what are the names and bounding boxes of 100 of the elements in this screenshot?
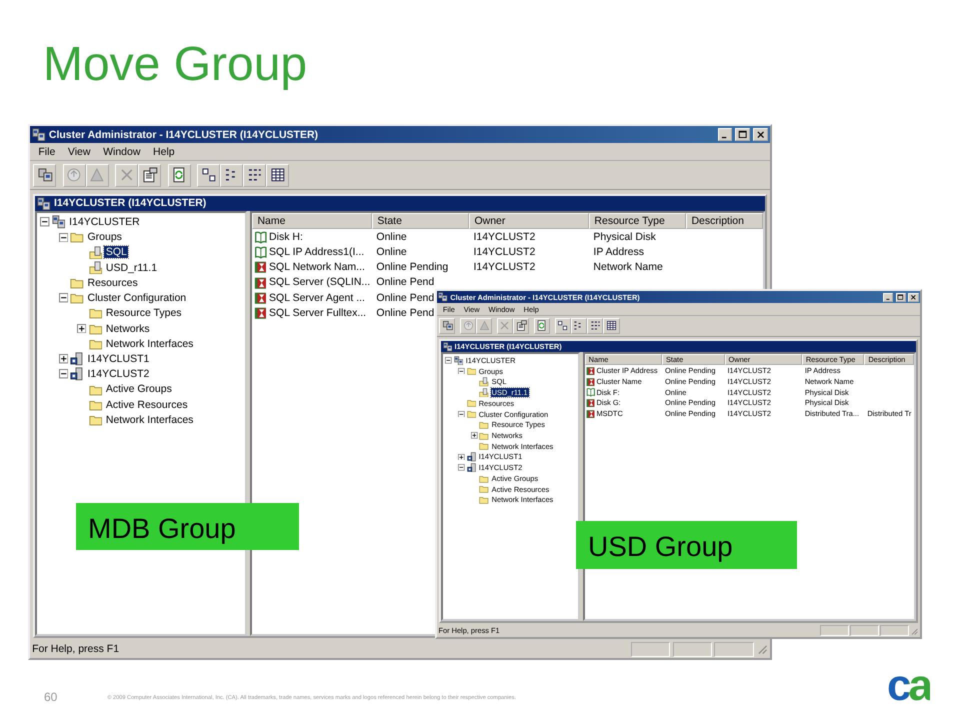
table-cell: I14YCLUST2 xyxy=(473,261,536,274)
folder-icon xyxy=(88,413,102,427)
hourglass-icon xyxy=(586,366,596,376)
expander-icon[interactable] xyxy=(58,354,68,364)
cluster-icon[interactable] xyxy=(33,164,56,187)
tree-item[interactable]: I14YCLUST2 xyxy=(86,368,151,380)
server-icon xyxy=(70,352,84,366)
tree-item[interactable]: Network Interfaces xyxy=(104,414,195,426)
caption-label: USD Group xyxy=(576,521,797,569)
expander-icon[interactable] xyxy=(445,357,452,364)
table-cell: Network Name xyxy=(593,261,663,274)
list-view-icon[interactable] xyxy=(587,318,604,334)
table-cell: Disk H: xyxy=(269,230,303,243)
status-pane xyxy=(630,642,670,657)
cluster-icon[interactable] xyxy=(439,318,456,334)
table-cell: I14YCLUST2 xyxy=(473,246,536,258)
status-pane xyxy=(820,625,849,636)
tree-item[interactable]: USD_r11.1 xyxy=(104,262,159,274)
expander-icon[interactable] xyxy=(58,369,68,379)
folder-icon xyxy=(70,276,84,290)
folder-icon xyxy=(479,430,490,440)
tree-item[interactable]: Cluster Configuration xyxy=(86,292,188,304)
tree-item[interactable]: I14YCLUSTER xyxy=(68,216,142,228)
minimize-button[interactable] xyxy=(718,128,732,141)
close-icon[interactable] xyxy=(756,130,766,140)
table-cell: SQL Server (SQLIN... xyxy=(269,276,370,288)
caption-label: MDB Group xyxy=(76,503,299,550)
tree-item[interactable]: SQL xyxy=(104,246,128,258)
table-cell: Online Pend xyxy=(376,276,434,288)
tree-item[interactable]: Active Groups xyxy=(104,383,174,396)
details-view-icon[interactable] xyxy=(266,164,290,187)
tree-item[interactable]: Active Resources xyxy=(104,398,190,411)
close-icon[interactable] xyxy=(910,294,917,300)
table-cell: Online Pend xyxy=(376,306,434,319)
folder-icon xyxy=(70,230,84,244)
column-header[interactable]: Name xyxy=(252,213,372,230)
table-cell: Online xyxy=(376,246,407,258)
expander-icon[interactable] xyxy=(58,293,68,303)
table-cell: Physical Disk xyxy=(593,230,656,243)
column-header[interactable]: Description xyxy=(686,213,763,230)
expander-icon[interactable] xyxy=(40,217,50,227)
refresh-icon[interactable] xyxy=(534,318,550,334)
tree-item[interactable]: Groups xyxy=(86,231,124,244)
expander-icon[interactable] xyxy=(458,410,466,418)
folder-icon xyxy=(479,494,490,505)
properties-icon[interactable] xyxy=(513,318,530,334)
page-number: 60 xyxy=(44,690,58,704)
tree-item[interactable]: Network Interfaces xyxy=(104,338,195,350)
menu-item[interactable]: Window xyxy=(96,146,147,158)
table-cell: Online Pend xyxy=(376,292,434,304)
book-icon xyxy=(254,245,268,259)
hourglass-icon xyxy=(586,376,596,386)
expander-icon[interactable] xyxy=(58,232,68,242)
menu-item[interactable]: Help xyxy=(146,146,181,158)
expander-icon[interactable] xyxy=(458,454,466,460)
list-view-icon[interactable] xyxy=(243,164,266,187)
refresh-icon[interactable] xyxy=(168,164,191,187)
server-icon xyxy=(466,452,476,462)
column-header[interactable]: Owner xyxy=(469,213,590,230)
table-cell: Online xyxy=(376,230,407,243)
resize-grip-icon xyxy=(756,643,768,655)
close-button[interactable] xyxy=(753,128,768,141)
column-header[interactable]: Resource Type xyxy=(589,213,686,230)
folder-icon xyxy=(479,474,490,484)
table-cell: SQL Network Nam... xyxy=(269,261,365,274)
expander-icon[interactable] xyxy=(471,432,478,439)
close-button[interactable] xyxy=(908,292,919,302)
window-title: Cluster Administrator - I14YCLUSTER (I14YCLUSTER) xyxy=(48,128,320,141)
tree-item[interactable]: Resource Types xyxy=(104,307,184,320)
maximize-button[interactable] xyxy=(735,128,750,141)
server-icon xyxy=(70,367,84,381)
status-pane xyxy=(672,642,712,657)
folder-icon xyxy=(88,246,102,260)
table-cell: IP Address xyxy=(593,246,644,258)
menu-item[interactable]: File xyxy=(32,146,62,158)
resize-grip-icon xyxy=(910,626,919,635)
tree-item[interactable]: Resources xyxy=(86,276,140,289)
folder-icon xyxy=(88,260,102,274)
expander-icon[interactable] xyxy=(77,324,86,334)
small-icons-icon[interactable] xyxy=(220,164,244,187)
status-pane xyxy=(850,625,879,636)
tree-item[interactable]: Networks xyxy=(104,322,152,335)
book-icon xyxy=(254,230,268,244)
properties-icon[interactable] xyxy=(138,164,162,187)
menu-item[interactable]: View xyxy=(62,146,97,158)
small-icons-icon[interactable] xyxy=(570,318,588,334)
table-cell: Online Pending xyxy=(376,261,448,274)
hourglass-icon xyxy=(254,260,268,274)
maximize-icon[interactable] xyxy=(738,130,748,140)
expander-icon[interactable] xyxy=(458,368,466,374)
details-view-icon[interactable] xyxy=(603,318,620,334)
expander-icon[interactable] xyxy=(458,464,466,471)
column-header[interactable]: State xyxy=(372,213,470,230)
book-icon xyxy=(586,387,596,397)
large-icons-icon[interactable] xyxy=(196,164,220,187)
window-title: I14YCLUSTER (I14YCLUSTER) xyxy=(54,197,208,210)
large-icons-icon[interactable] xyxy=(554,318,571,334)
tree-item[interactable]: I14YCLUST1 xyxy=(86,352,151,365)
hourglass-icon xyxy=(586,398,596,408)
hourglass-icon xyxy=(254,306,268,320)
